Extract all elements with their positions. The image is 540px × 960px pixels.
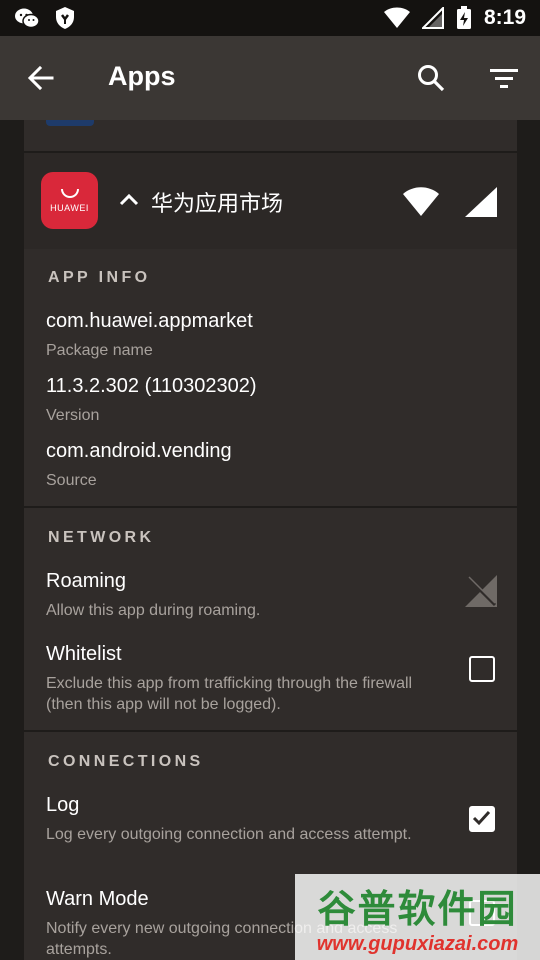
log-description: Log every outgoing connection and access…: [46, 826, 412, 843]
checkmark-icon: [472, 810, 491, 826]
whitelist-title: Whitelist: [46, 643, 122, 665]
source-value: com.android.vending: [46, 440, 232, 462]
huawei-logo-icon: [60, 188, 79, 198]
battery-charging-icon: [456, 6, 471, 29]
log-title: Log: [46, 794, 80, 816]
roaming-description: Allow this app during roaming.: [46, 602, 261, 619]
wifi-toggle-icon[interactable]: [402, 186, 440, 218]
mobile-data-toggle-icon[interactable]: [464, 186, 498, 218]
chevron-up-icon[interactable]: [118, 191, 140, 207]
wifi-icon: [383, 7, 410, 28]
app-icon: HUAWEI: [41, 172, 98, 229]
shield-icon: [56, 7, 74, 29]
section-title-network: NETWORK: [48, 529, 155, 546]
wechat-icon: [15, 8, 40, 29]
package-name-label: Package name: [46, 342, 153, 359]
whitelist-description: Exclude this app from trafficking throug…: [46, 675, 413, 713]
app-icon-brand: HUAWEI: [50, 202, 89, 213]
page-title: Apps: [108, 61, 176, 91]
search-icon[interactable]: [416, 63, 446, 93]
whitelist-checkbox[interactable]: [469, 656, 495, 682]
section-title-connections: CONNECTIONS: [48, 753, 204, 770]
divider: [24, 506, 517, 508]
watermark-title: 谷普软件园: [317, 887, 518, 931]
app-name: 华为应用市场: [151, 192, 284, 217]
warn-mode-title: Warn Mode: [46, 888, 149, 910]
signal-icon: [421, 7, 444, 29]
divider: [24, 730, 517, 732]
app-list: HUAWEI 华为应用市场 APP INFO com.huawei.appmar…: [0, 120, 540, 960]
back-arrow-icon[interactable]: [26, 63, 56, 93]
watermark-url: www.gupuxiazai.com: [316, 933, 519, 955]
source-label: Source: [46, 472, 97, 489]
clock: 8:19: [483, 6, 526, 29]
log-checkbox[interactable]: [469, 806, 495, 832]
status-bar: 8:19: [0, 0, 540, 36]
version-label: Version: [46, 407, 100, 424]
filter-icon[interactable]: [488, 65, 520, 93]
roaming-disabled-icon[interactable]: [464, 574, 498, 608]
previous-app-card[interactable]: [24, 120, 517, 152]
package-name-value: com.huawei.appmarket: [46, 310, 253, 332]
app-header-row[interactable]: HUAWEI 华为应用市场: [24, 153, 517, 249]
app-details-panel: APP INFO com.huawei.appmarket Package na…: [24, 249, 517, 960]
watermark: 谷普软件园 www.gupuxiazai.com: [295, 874, 540, 960]
version-value: 11.3.2.302 (110302302): [46, 375, 257, 397]
app-bar: Apps: [0, 36, 540, 120]
section-title-app-info: APP INFO: [48, 269, 151, 286]
app-icon: [46, 120, 94, 126]
roaming-title: Roaming: [46, 570, 127, 592]
